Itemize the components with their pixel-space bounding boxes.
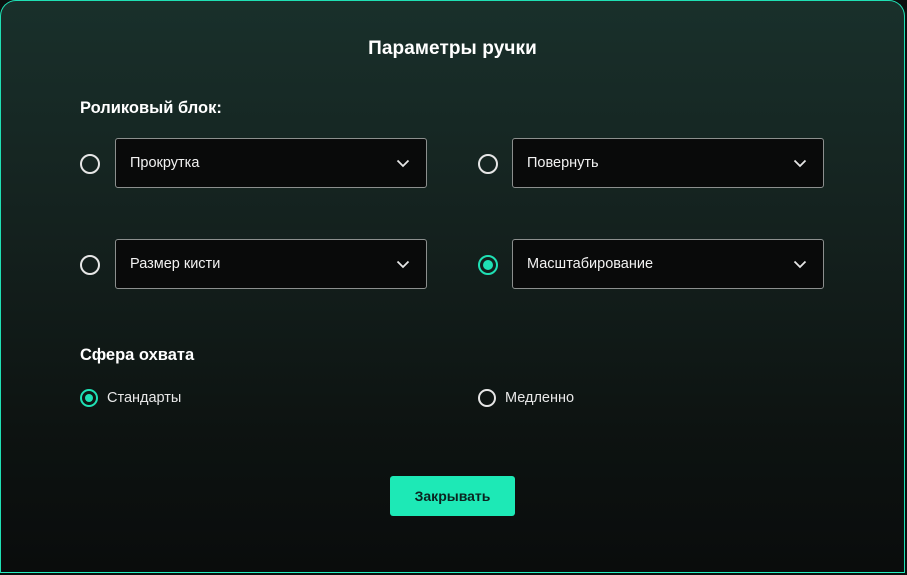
- dropdown-rotate[interactable]: Повернуть: [512, 138, 824, 188]
- wheel-block-label: Роликовый блок:: [80, 99, 222, 117]
- radio-slow[interactable]: [478, 389, 496, 407]
- chevron-down-icon: [793, 260, 807, 269]
- chevron-down-icon: [793, 159, 807, 168]
- dropdown-zoom[interactable]: Масштабирование: [512, 239, 824, 289]
- dropdown-scroll[interactable]: Прокрутка: [115, 138, 427, 188]
- radio-scroll[interactable]: [80, 154, 100, 174]
- standard-label[interactable]: Стандарты: [107, 390, 181, 406]
- pen-settings-dialog: Параметры ручки Роликовый блок: Прокрутк…: [0, 0, 905, 573]
- dropdown-value: Прокрутка: [130, 155, 200, 171]
- radio-standard[interactable]: [80, 389, 98, 407]
- radio-rotate[interactable]: [478, 154, 498, 174]
- scope-label: Сфера охвата: [80, 346, 195, 364]
- dialog-title: Параметры ручки: [368, 38, 537, 59]
- dropdown-value: Повернуть: [527, 155, 599, 171]
- dropdown-brush-size[interactable]: Размер кисти: [115, 239, 427, 289]
- dropdown-value: Масштабирование: [527, 256, 654, 272]
- close-button[interactable]: Закрывать: [390, 476, 515, 516]
- radio-zoom[interactable]: [478, 255, 498, 275]
- chevron-down-icon: [396, 260, 410, 269]
- radio-brush-size[interactable]: [80, 255, 100, 275]
- dropdown-value: Размер кисти: [130, 256, 221, 272]
- chevron-down-icon: [396, 159, 410, 168]
- slow-label[interactable]: Медленно: [505, 390, 574, 406]
